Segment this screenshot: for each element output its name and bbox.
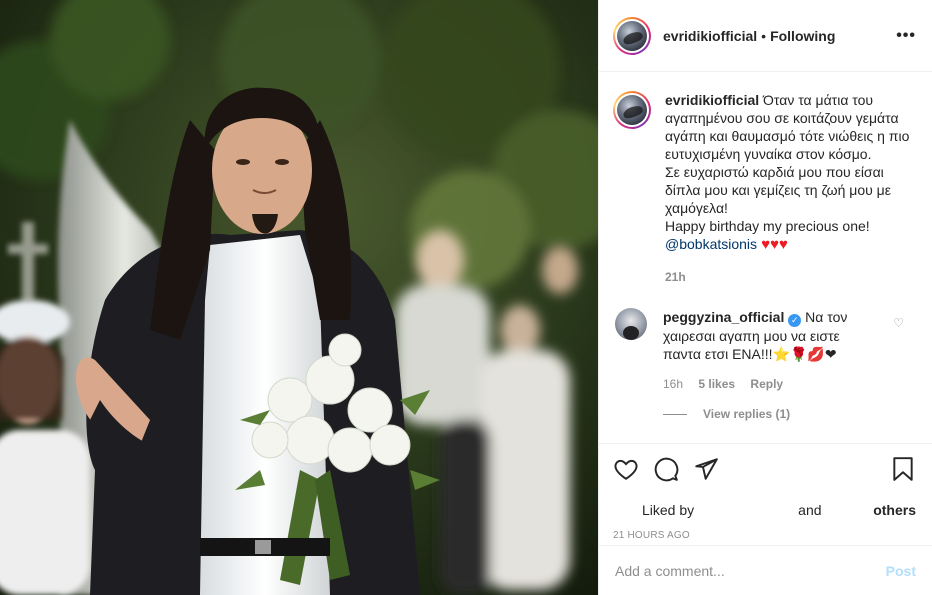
author-avatar[interactable] [613,16,651,55]
view-replies-label[interactable]: View replies (1) [703,407,790,421]
more-options-icon[interactable]: ••• [896,27,916,45]
caption-mention[interactable]: @bobkatsionis [665,236,757,252]
caption-time[interactable]: 21h [665,270,686,284]
add-comment-bar: Post [599,545,932,595]
add-comment-input[interactable] [615,562,886,579]
liked-others-link[interactable]: others [873,502,916,518]
comment-reply-button[interactable]: Reply [750,377,783,391]
share-paper-plane-icon[interactable] [693,456,719,482]
author-username[interactable]: evridikiofficial [663,28,757,44]
comment-like-icon[interactable]: ♡ [893,316,904,330]
caption-text-2: Σε ευχαριστώ καρδιά μου που είσαι δίπλα … [665,164,891,216]
post-header: evridikiofficial • Following ••• [599,0,932,72]
comment-meta: 16h 5 likes Reply [663,377,916,391]
caption-avatar[interactable] [613,91,651,129]
save-bookmark-icon[interactable] [890,456,916,482]
post-photo[interactable] [0,0,598,595]
verified-badge-icon: ✓ [788,314,802,327]
caption-username[interactable]: evridikiofficial [665,92,759,108]
like-heart-icon[interactable] [613,456,639,482]
replies-divider [663,413,687,415]
header-separator: • [761,27,767,44]
comment-item: peggyzina_official ✓ Να τον χαιρεσαι αγα… [613,308,916,363]
comment-likes[interactable]: 5 likes [698,377,735,391]
liked-and-label: and [798,502,822,518]
commenter-avatar[interactable] [615,308,647,340]
heart-emojis: ♥♥♥ [757,236,788,253]
comment-time[interactable]: 16h [663,377,683,391]
commenter-username[interactable]: peggyzina_official [663,309,784,325]
post-side-panel: evridikiofficial • Following ••• evridik… [598,0,932,595]
wedding-photo-illustration [0,0,598,595]
comment-bubble-icon[interactable] [653,456,679,482]
liked-by-label: Liked by [642,502,695,518]
following-button[interactable]: Following [770,28,835,44]
post-actions: Liked by and others 21 hours ago [599,443,932,545]
liked-by-row: Liked by and others [613,502,916,518]
post-comment-button[interactable]: Post [886,563,916,579]
caption-text-3: Happy birthday my precious one! [665,218,870,234]
comments-section[interactable]: evridikiofficial Όταν τα μάτια του αγαπη… [599,73,932,443]
post-timestamp[interactable]: 21 hours ago [613,530,916,541]
caption: evridikiofficial Όταν τα μάτια του αγαπη… [613,91,916,286]
view-replies[interactable]: View replies (1) [663,407,916,421]
